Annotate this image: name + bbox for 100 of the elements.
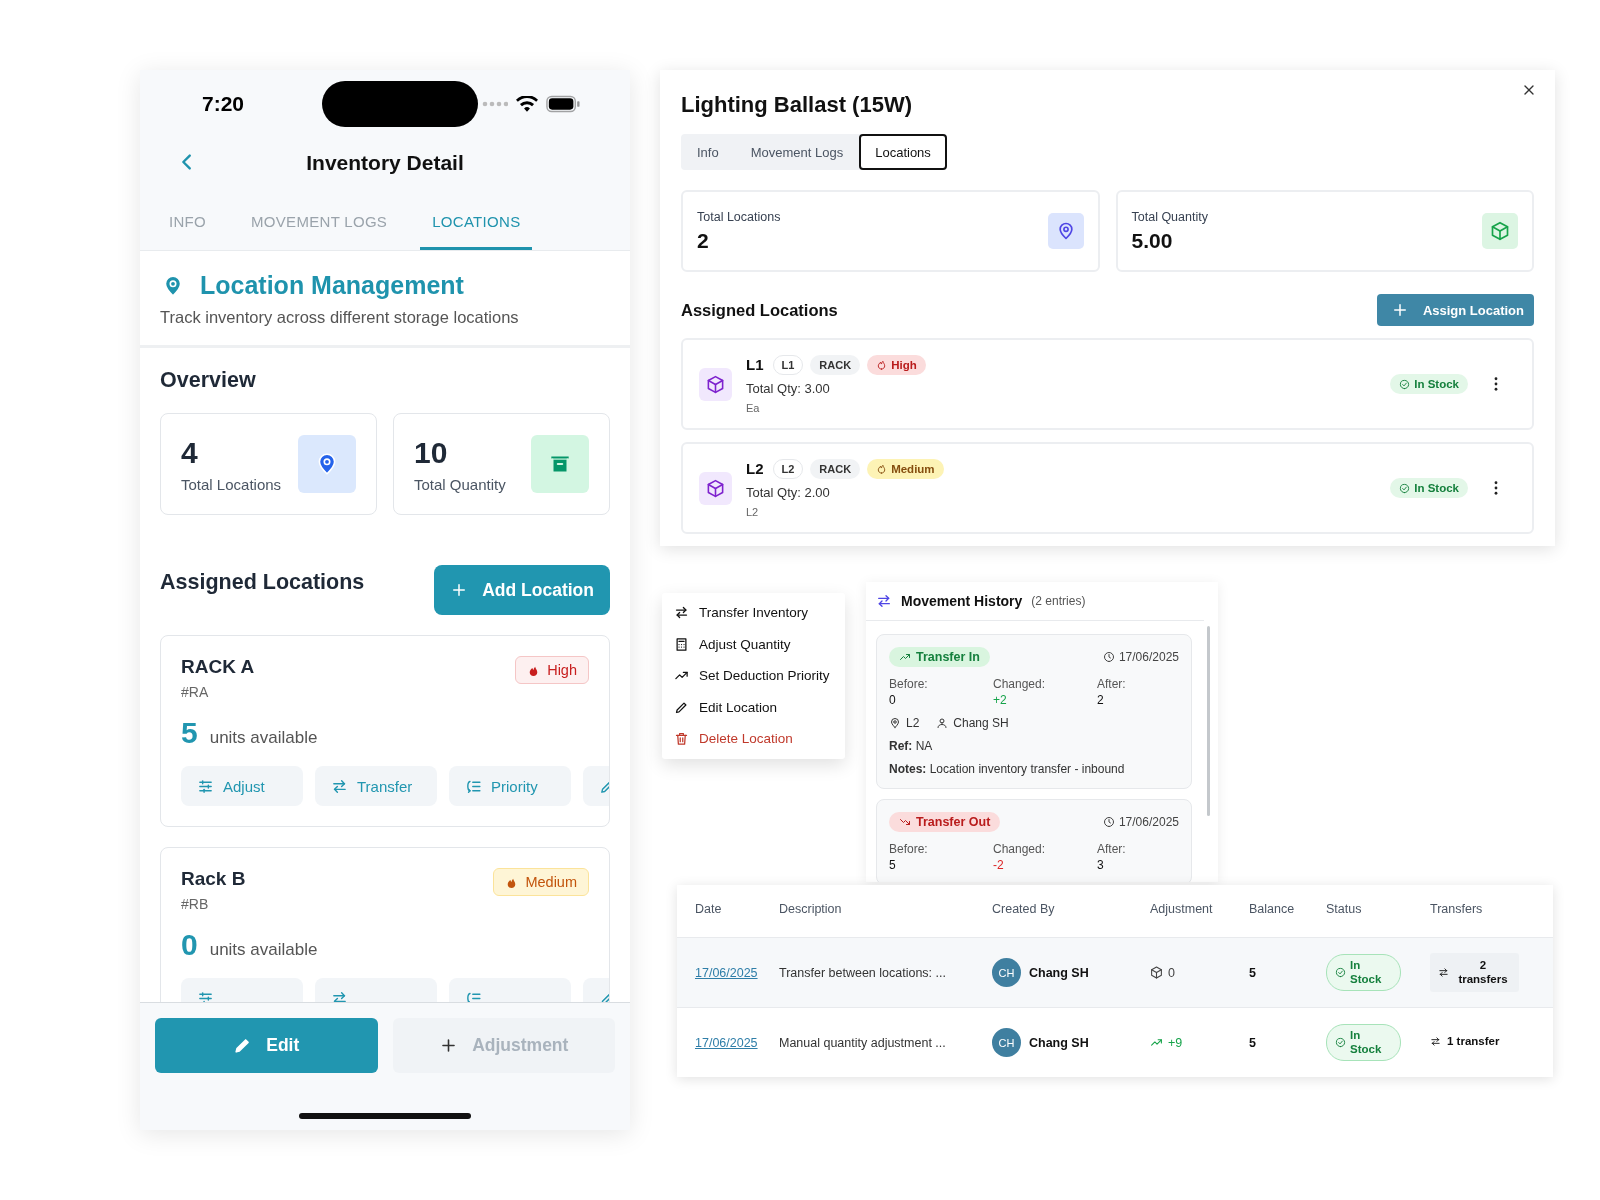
flame-icon: [876, 463, 888, 474]
dialog-title: Lighting Ballast (15W): [681, 92, 913, 118]
cube-icon: [1150, 966, 1163, 979]
status-badge: In Stock: [1326, 1023, 1401, 1062]
column-header: Adjustment: [1150, 902, 1214, 916]
field-label: Before:: [889, 842, 929, 856]
tag: L1: [772, 354, 804, 375]
movement-date: 17/06/2025: [1118, 650, 1179, 664]
table-row[interactable]: 17/06/2025 Transfer between locations: ... CH Chang SH 0 5 In Stock 2 transfers: [677, 937, 1553, 1007]
reference-text: Ref: NA: [889, 739, 934, 753]
priority-badge: High: [515, 656, 589, 684]
action-button[interactable]: Transfer: [315, 766, 437, 806]
field-label: Changed:: [993, 677, 1047, 691]
arrows-icon: [331, 777, 348, 795]
menu-item[interactable]: Transfer Inventory: [662, 597, 845, 629]
column-header: Created By: [992, 902, 1056, 916]
menu-item[interactable]: Adjust Quantity: [662, 628, 845, 660]
date-link[interactable]: 17/06/2025: [695, 1035, 758, 1050]
field-value: 2: [1097, 693, 1105, 707]
quantity-text: Total Qty: 2.00: [746, 484, 831, 500]
panel-title: Movement History: [901, 593, 1023, 609]
avatar: CH: [992, 958, 1021, 987]
field-label: Before:: [889, 677, 929, 691]
status-time: 7:20: [202, 92, 245, 116]
arrows-icon: [674, 605, 689, 621]
cube-icon: [706, 478, 725, 498]
tab[interactable]: Info: [681, 134, 735, 170]
action-button[interactable]: Adjust: [181, 766, 303, 806]
assign-location-button[interactable]: Assign Location: [1376, 294, 1534, 326]
check-icon: [1399, 378, 1411, 390]
field-value: 0: [889, 693, 897, 707]
arrows-icon: [1430, 1035, 1441, 1047]
add-location-button[interactable]: Add Location: [434, 565, 610, 615]
transfers-button[interactable]: 2 transfers: [1430, 952, 1519, 993]
check-icon: [1335, 1037, 1346, 1048]
notes-text: Notes: Location inventory transfer - inbound: [889, 762, 1126, 776]
pin-icon: [889, 717, 901, 729]
assigned-heading: Assigned Locations: [681, 300, 838, 320]
tab[interactable]: Locations: [859, 134, 947, 170]
unit-count: 0: [181, 928, 198, 962]
check-icon: [1399, 482, 1411, 494]
transfers-button[interactable]: 1 transfer: [1430, 1035, 1500, 1048]
menu-item[interactable]: Set Deduction Priority: [662, 660, 845, 692]
location-code: #RA: [181, 684, 210, 700]
action-button[interactable]: Priority: [449, 766, 571, 806]
column-header: Status: [1326, 902, 1363, 916]
user-name: Chang SH: [1029, 1035, 1089, 1050]
date-link[interactable]: 17/06/2025: [695, 965, 758, 980]
menu-item[interactable]: Edit Location: [662, 691, 845, 723]
section-subtitle: Track inventory across different storage locations: [160, 308, 520, 327]
tag: RACK: [810, 354, 861, 375]
movement-date: 17/06/2025: [1118, 815, 1179, 829]
location-text: L2: [906, 716, 920, 730]
movement-type-badge: Transfer Out: [889, 812, 1001, 832]
table-cell-text: Manual quantity adjustment ...: [779, 1035, 947, 1050]
assigned-heading: Assigned Locations: [160, 569, 365, 595]
column-header: Description: [779, 902, 843, 916]
table-cell-text: 5: [1249, 965, 1257, 980]
field-value: +2: [993, 693, 1008, 707]
priority-badge: Medium: [493, 868, 589, 896]
clock-icon: [1102, 816, 1115, 828]
location-name: L2: [746, 460, 764, 477]
field-value: 3: [1097, 858, 1105, 872]
menu-item[interactable]: Delete Location: [662, 723, 845, 755]
stat-label: Total Quantity: [414, 475, 506, 493]
more-icon: [1494, 481, 1498, 495]
trend-down-icon: [899, 816, 911, 828]
cube-icon: [706, 374, 725, 394]
edit-button[interactable]: Edit: [155, 1018, 378, 1073]
adjustment-value: +9: [1168, 1035, 1183, 1050]
stat-value: 5.00: [1131, 228, 1174, 253]
avatar: CH: [992, 1028, 1021, 1057]
status-badge: In Stock: [1326, 953, 1401, 992]
stat-value: 2: [697, 228, 710, 253]
screen-title: Inventory Detail: [306, 151, 464, 175]
calculator-icon: [674, 636, 689, 652]
status-badge: In Stock: [1390, 374, 1468, 394]
clock-icon: [1102, 651, 1115, 663]
field-label: After:: [1097, 842, 1127, 856]
priority-badge: High: [867, 354, 926, 375]
table-row[interactable]: 17/06/2025 Manual quantity adjustment ... CH Chang SH +9 5 In Stock 1 transfer: [677, 1007, 1553, 1077]
user-icon: [936, 717, 949, 729]
field-value: -2: [993, 858, 1005, 872]
tag: L2: [772, 458, 804, 479]
signal-icon: [482, 101, 508, 107]
stat-value: 10: [414, 435, 449, 470]
stat-label: Total Quantity: [1131, 209, 1208, 224]
wifi-icon: [516, 95, 538, 113]
cube-icon: [1490, 221, 1510, 241]
tab[interactable]: Movement Logs: [734, 134, 860, 170]
trend-up-icon: [899, 651, 911, 663]
column-header: Transfers: [1430, 902, 1484, 916]
table-cell-text: 5: [1249, 1035, 1257, 1050]
unit-text: Ea: [746, 401, 761, 414]
field-value: 5: [889, 858, 897, 872]
tab[interactable]: LOCATIONS: [420, 213, 533, 250]
location-name: RACK A: [181, 656, 255, 678]
battery-icon: [546, 95, 580, 113]
stat-label: Total Locations: [181, 475, 282, 493]
trend-up-icon: [1150, 1036, 1163, 1049]
